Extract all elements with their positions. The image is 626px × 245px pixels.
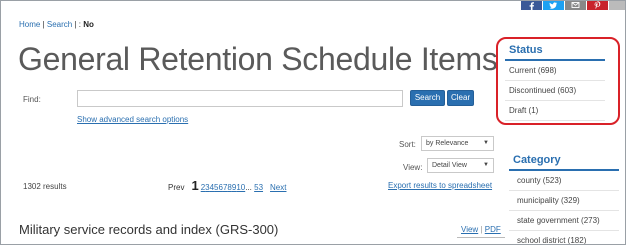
advanced-search-link[interactable]: Show advanced search options — [77, 115, 188, 124]
view-label: View: — [403, 163, 423, 172]
category-heading: Category — [509, 154, 619, 171]
category-facet-item[interactable]: county (523) — [509, 171, 619, 191]
category-facet: Category county (523) municipality (329)… — [509, 154, 619, 244]
search-input[interactable] — [77, 90, 403, 107]
sort-select-value: by Relevance — [426, 140, 469, 147]
category-facet-item[interactable]: state government (273) — [509, 211, 619, 231]
twitter-icon[interactable] — [543, 1, 564, 10]
sort-label: Sort: — [399, 140, 416, 149]
mail-icon[interactable] — [565, 1, 586, 10]
pagination-next[interactable]: Next — [270, 183, 286, 192]
category-facet-item[interactable]: school district (182) — [509, 231, 619, 244]
facebook-icon[interactable] — [521, 1, 542, 10]
breadcrumb: Home | Search | : No — [19, 20, 94, 29]
result-item-title[interactable]: Military service records and index (GRS-… — [19, 222, 278, 237]
breadcrumb-current: No — [83, 20, 94, 29]
divider — [457, 237, 505, 238]
chevron-down-icon: ▼ — [483, 162, 489, 168]
pagination-page-link[interactable]: 10 — [236, 183, 245, 192]
results-count: 1302 results — [23, 182, 67, 191]
annotation-highlight — [496, 37, 620, 125]
find-label: Find: — [23, 95, 41, 104]
clear-button[interactable]: Clear — [447, 90, 474, 106]
export-spreadsheet-link[interactable]: Export results to spreadsheet — [388, 181, 492, 190]
page-frame: { "breadcrumb": { "home": "Home", "sep1"… — [0, 0, 626, 245]
social-share-bar — [521, 1, 625, 10]
pinterest-icon[interactable] — [587, 1, 608, 10]
view-select-value: Detail View — [432, 162, 467, 169]
breadcrumb-separator: | : — [72, 20, 84, 29]
pagination-current-page: 1 — [191, 178, 199, 193]
chevron-down-icon: ▼ — [483, 140, 489, 146]
page-title: General Retention Schedule Items — [18, 41, 498, 77]
pagination-prev: Prev — [168, 183, 185, 192]
view-select[interactable]: Detail View ▼ — [427, 158, 494, 173]
category-facet-item[interactable]: municipality (329) — [509, 191, 619, 211]
pagination: Prev 1 2345678910... 53 Next — [168, 178, 286, 193]
sort-select[interactable]: by Relevance ▼ — [421, 136, 494, 151]
pdf-link[interactable]: PDF — [485, 225, 501, 234]
view-link[interactable]: View — [461, 225, 478, 234]
more-share-icon[interactable] — [609, 1, 625, 10]
breadcrumb-home-link[interactable]: Home — [19, 20, 40, 29]
search-button[interactable]: Search — [410, 90, 445, 106]
result-item-actions: View | PDF — [461, 225, 501, 234]
pagination-last-page[interactable]: 53 — [254, 183, 263, 192]
pagination-ellipsis: ... — [245, 183, 252, 192]
breadcrumb-search-link[interactable]: Search — [47, 20, 72, 29]
